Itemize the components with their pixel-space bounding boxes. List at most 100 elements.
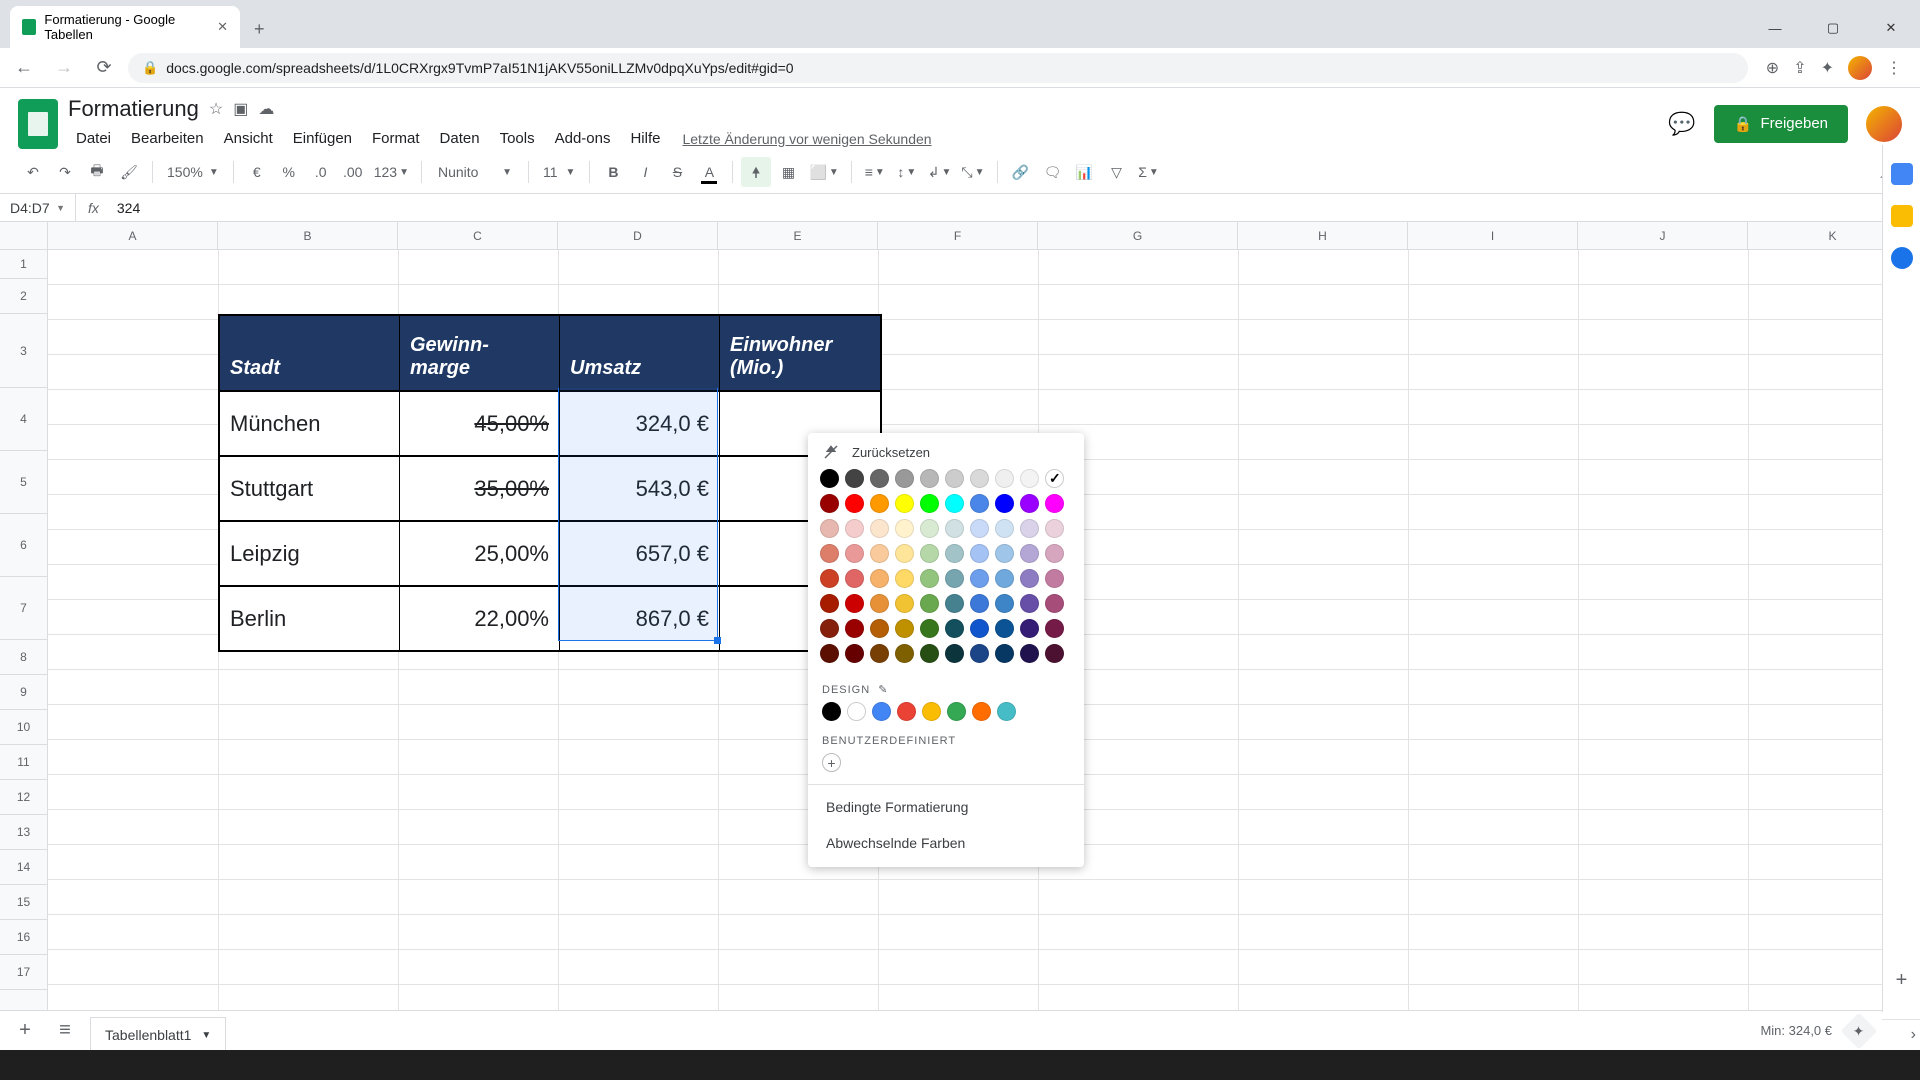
last-edit-link[interactable]: Letzte Änderung vor wenigen Sekunden (682, 131, 931, 147)
color-swatch[interactable] (995, 544, 1014, 563)
color-swatch[interactable] (820, 494, 839, 513)
link-button[interactable]: 🔗 (1006, 157, 1036, 187)
row-header-4[interactable]: 4 (0, 388, 47, 451)
color-swatch[interactable] (945, 469, 964, 488)
color-swatch[interactable] (945, 644, 964, 663)
row-header-12[interactable]: 12 (0, 780, 47, 815)
color-swatch[interactable] (995, 619, 1014, 638)
table-cell[interactable]: 867,0 € (560, 587, 720, 650)
color-swatch[interactable] (895, 469, 914, 488)
color-swatch[interactable] (870, 619, 889, 638)
row-header-7[interactable]: 7 (0, 577, 47, 640)
percent-button[interactable]: % (274, 157, 304, 187)
color-swatch[interactable] (845, 519, 864, 538)
color-swatch[interactable] (970, 569, 989, 588)
color-swatch[interactable] (995, 594, 1014, 613)
theme-swatch[interactable] (972, 702, 991, 721)
name-box[interactable]: D4:D7 ▼ (0, 194, 76, 221)
color-swatch[interactable] (945, 519, 964, 538)
color-swatch[interactable] (920, 494, 939, 513)
row-header-16[interactable]: 16 (0, 920, 47, 955)
row-header-8[interactable]: 8 (0, 640, 47, 675)
edit-theme-icon[interactable]: ✎ (878, 683, 888, 696)
more-formats-button[interactable]: 123▼ (370, 157, 413, 187)
color-swatch[interactable] (970, 644, 989, 663)
color-swatch[interactable] (1045, 594, 1064, 613)
color-swatch[interactable] (1020, 569, 1039, 588)
redo-button[interactable]: ↷ (50, 157, 80, 187)
row-header-9[interactable]: 9 (0, 675, 47, 710)
explore-button[interactable]: ✦ (1841, 1012, 1878, 1049)
row-header-2[interactable]: 2 (0, 279, 47, 314)
color-swatch[interactable] (845, 469, 864, 488)
color-swatch[interactable] (1045, 469, 1064, 488)
color-swatch[interactable] (845, 569, 864, 588)
alternating-colors-item[interactable]: Abwechselnde Farben (808, 825, 1084, 861)
color-swatch[interactable] (1020, 594, 1039, 613)
formula-value[interactable]: 324 (111, 200, 140, 216)
row-header-15[interactable]: 15 (0, 885, 47, 920)
col-header-F[interactable]: F (878, 222, 1038, 249)
url-field[interactable]: 🔒 docs.google.com/spreadsheets/d/1L0CRXr… (128, 53, 1748, 83)
col-header-B[interactable]: B (218, 222, 398, 249)
side-panel-collapse[interactable]: › (1911, 1026, 1916, 1044)
color-swatch[interactable] (820, 619, 839, 638)
row-header-5[interactable]: 5 (0, 451, 47, 514)
col-header-E[interactable]: E (718, 222, 878, 249)
theme-swatch[interactable] (897, 702, 916, 721)
color-swatch[interactable] (970, 594, 989, 613)
table-cell[interactable]: Berlin (220, 587, 400, 650)
borders-button[interactable]: ▦ (773, 157, 803, 187)
color-swatch[interactable] (895, 544, 914, 563)
color-swatch[interactable] (820, 594, 839, 613)
col-header-G[interactable]: G (1038, 222, 1238, 249)
functions-button[interactable]: Σ▼ (1134, 157, 1164, 187)
color-swatch[interactable] (995, 469, 1014, 488)
nav-forward[interactable]: → (48, 52, 80, 84)
nav-reload[interactable]: ⟳ (88, 52, 120, 84)
zoom-icon[interactable]: ⊕ (1766, 58, 1779, 78)
font-select[interactable]: Nunito▼ (430, 164, 520, 180)
color-swatch[interactable] (970, 619, 989, 638)
theme-swatch[interactable] (872, 702, 891, 721)
v-align-button[interactable]: ↕▼ (892, 157, 922, 187)
keep-addon-icon[interactable] (1891, 205, 1913, 227)
color-swatch[interactable] (945, 619, 964, 638)
color-swatch[interactable] (1045, 544, 1064, 563)
theme-swatch[interactable] (997, 702, 1016, 721)
tasks-addon-icon[interactable] (1891, 247, 1913, 269)
table-cell[interactable]: München (220, 392, 400, 455)
color-swatch[interactable] (1045, 619, 1064, 638)
color-swatch[interactable] (820, 469, 839, 488)
color-swatch[interactable] (1045, 644, 1064, 663)
color-swatch[interactable] (995, 519, 1014, 538)
table-cell[interactable]: 543,0 € (560, 457, 720, 520)
color-swatch[interactable] (945, 569, 964, 588)
color-swatch[interactable] (970, 544, 989, 563)
font-size-select[interactable]: 11▼ (537, 164, 581, 180)
color-swatch[interactable] (1020, 494, 1039, 513)
menu-daten[interactable]: Daten (432, 126, 488, 151)
nav-back[interactable]: ← (8, 52, 40, 84)
color-swatch[interactable] (870, 469, 889, 488)
menu-hilfe[interactable]: Hilfe (622, 126, 668, 151)
color-swatch[interactable] (895, 644, 914, 663)
col-header-J[interactable]: J (1578, 222, 1748, 249)
select-all-corner[interactable] (0, 222, 48, 250)
browser-tab[interactable]: Formatierung - Google Tabellen ✕ (10, 6, 240, 48)
text-color-button[interactable]: A (694, 157, 724, 187)
color-swatch[interactable] (1020, 544, 1039, 563)
color-swatch[interactable] (870, 594, 889, 613)
row-header-17[interactable]: 17 (0, 955, 47, 990)
color-swatch[interactable] (970, 519, 989, 538)
wrap-button[interactable]: ↲▼ (924, 157, 956, 187)
comment-button[interactable]: 🗨 (1038, 157, 1068, 187)
row-header-11[interactable]: 11 (0, 745, 47, 780)
row-header-3[interactable]: 3 (0, 314, 47, 388)
color-swatch[interactable] (970, 494, 989, 513)
menu-tools[interactable]: Tools (492, 126, 543, 151)
color-swatch[interactable] (820, 544, 839, 563)
menu-bearbeiten[interactable]: Bearbeiten (123, 126, 212, 151)
color-swatch[interactable] (845, 594, 864, 613)
menu-einfügen[interactable]: Einfügen (285, 126, 360, 151)
